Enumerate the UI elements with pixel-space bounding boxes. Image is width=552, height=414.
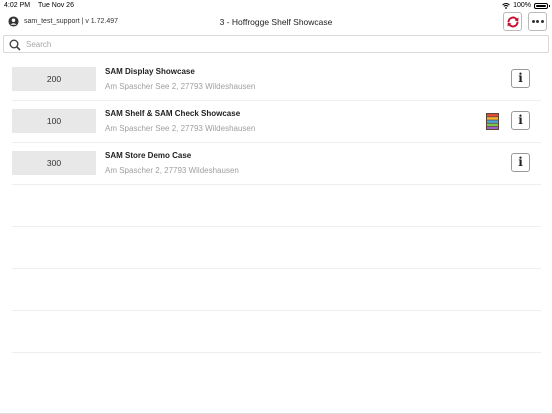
item-code: 100 xyxy=(12,109,96,133)
list-item[interactable]: 300 SAM Store Demo Case Am Spascher 2, 2… xyxy=(12,143,541,185)
item-address: Am Spascher See 2, 27793 Wildeshausen xyxy=(105,82,256,91)
status-date: Tue Nov 26 xyxy=(38,2,74,9)
list-item[interactable]: 200 SAM Display Showcase Am Spascher See… xyxy=(12,59,541,101)
empty-row xyxy=(12,311,541,353)
header: sam_test_support | v 1.72.497 3 - Hoffro… xyxy=(0,12,552,34)
search-bar[interactable] xyxy=(3,35,549,53)
item-name: SAM Shelf & SAM Check Showcase xyxy=(105,109,241,118)
battery-percent: 100% xyxy=(513,2,531,9)
more-button[interactable] xyxy=(528,12,547,31)
list-item[interactable]: 100 SAM Shelf & SAM Check Showcase Am Sp… xyxy=(12,101,541,143)
info-button[interactable]: i xyxy=(511,111,530,130)
info-button[interactable]: i xyxy=(511,153,530,172)
shelf-icon xyxy=(486,113,499,130)
empty-row xyxy=(12,227,541,269)
page-title: 3 - Hoffrogge Shelf Showcase xyxy=(219,17,333,27)
status-left: 4:02 PM Tue Nov 26 xyxy=(4,0,74,12)
empty-row xyxy=(12,185,541,227)
more-icon xyxy=(531,20,544,23)
search-input[interactable] xyxy=(26,38,526,50)
item-address: Am Spascher 2, 27793 Wildeshausen xyxy=(105,166,239,175)
sync-icon xyxy=(507,16,518,27)
item-name: SAM Display Showcase xyxy=(105,67,195,76)
status-right: 100% xyxy=(502,0,550,12)
wifi-icon xyxy=(502,3,510,9)
sync-button[interactable] xyxy=(503,12,522,31)
battery-icon xyxy=(534,3,550,9)
status-time: 4:02 PM xyxy=(4,2,31,9)
item-code: 200 xyxy=(12,67,96,91)
info-button[interactable]: i xyxy=(511,69,530,88)
item-address: Am Spascher See 2, 27793 Wildeshausen xyxy=(105,124,256,133)
item-code: 300 xyxy=(12,151,96,175)
empty-row xyxy=(12,269,541,311)
search-icon xyxy=(9,39,21,51)
showcase-list: 200 SAM Display Showcase Am Spascher See… xyxy=(12,59,541,353)
status-bar: 4:02 PM Tue Nov 26 100% xyxy=(0,0,552,12)
item-name: SAM Store Demo Case xyxy=(105,151,192,160)
